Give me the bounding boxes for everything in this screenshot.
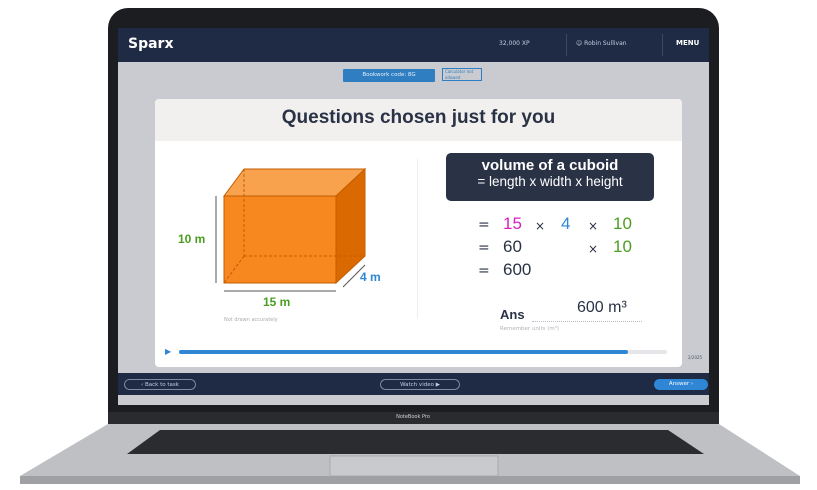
top-bar: Sparx 32,000 XP ☺ Robin Sullivan MENU [118, 28, 709, 62]
value-height: 10 [613, 214, 632, 233]
back-to-task-button[interactable]: ‹ Back to task [124, 379, 196, 390]
play-icon[interactable]: ▶ [165, 347, 171, 356]
height-label: 10 m [178, 232, 206, 246]
laptop-base [20, 424, 800, 484]
times-sign: × [535, 219, 546, 233]
trackpad [329, 455, 499, 477]
answer-button[interactable]: Answer › [654, 379, 708, 390]
value-width: 4 [561, 214, 571, 233]
user-name[interactable]: ☺ Robin Sullivan [576, 40, 627, 47]
units-hint: Remember units (m³) [500, 326, 560, 332]
times-sign: × [588, 242, 599, 256]
calculator-badge: Calculator not allowed [442, 68, 482, 81]
top-bar-divider [566, 34, 567, 56]
back-label: Back to task [145, 382, 179, 388]
user-icon: ☺ [576, 40, 585, 47]
final-product: 600 [503, 260, 532, 279]
length-label: 15 m [263, 295, 291, 309]
width-label: 4 m [360, 270, 381, 284]
equals-sign: = [478, 240, 490, 256]
cuboid-diagram [215, 167, 367, 292]
value-length: 15 [503, 214, 522, 233]
video-progress[interactable] [179, 350, 667, 354]
equals-sign: = [478, 217, 490, 233]
xp-counter: 32,000 XP [499, 40, 530, 47]
equals-sign: = [478, 263, 490, 279]
answer-label: Ans [500, 307, 525, 322]
card-divider [417, 159, 418, 319]
top-bar-divider [662, 34, 663, 56]
progress-fill [179, 350, 628, 354]
value-height: 10 [613, 237, 632, 256]
formula-subtitle: = length x width x height [477, 174, 623, 189]
formula-title: volume of a cuboid [481, 157, 619, 174]
not-drawn-note: Not drawn accurately [224, 317, 278, 323]
answer-value[interactable]: 600 m³ [577, 299, 627, 317]
formula-box: volume of a cuboid = length x width x he… [446, 153, 654, 201]
cuboid-front-face [223, 195, 337, 284]
keyboard [127, 430, 704, 454]
question-card: Questions chosen just for you 10 m 15 m … [155, 99, 682, 367]
page-counter: 2/2025 [688, 355, 703, 360]
app-screen: Sparx 32,000 XP ☺ Robin Sullivan MENU Bo… [118, 28, 709, 405]
bookwork-code: Bookwork code: 8G [343, 69, 435, 82]
watch-video-button[interactable]: Watch video ▶ [380, 379, 460, 390]
sparx-logo[interactable]: Sparx [128, 36, 174, 52]
times-sign: × [588, 219, 599, 233]
base-edge [20, 476, 800, 484]
partial-product: 60 [503, 237, 522, 256]
user-name-label: Robin Sullivan [584, 40, 627, 47]
menu-button[interactable]: MENU [676, 39, 699, 47]
answer-input-line[interactable] [532, 321, 642, 322]
